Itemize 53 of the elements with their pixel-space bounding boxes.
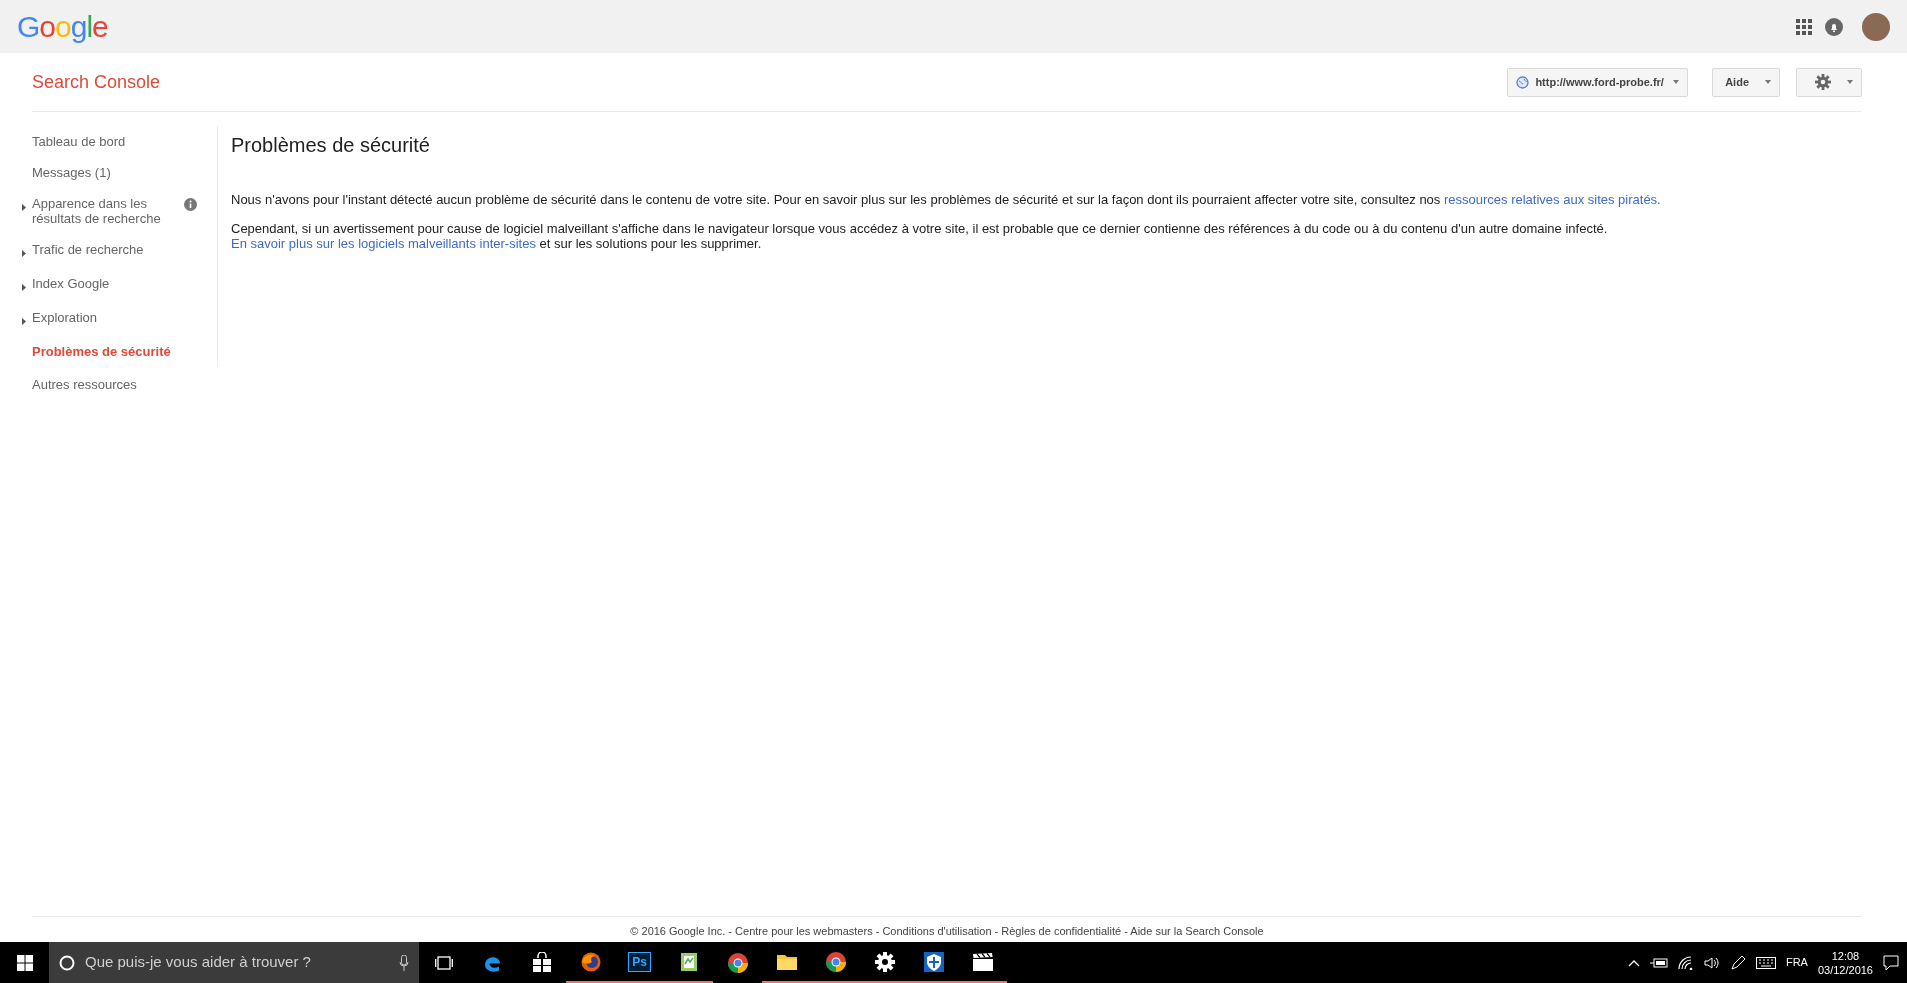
clock-date[interactable]: 03/12/2016 bbox=[1817, 962, 1873, 977]
page-heading: Problèmes de sécurité bbox=[231, 133, 431, 158]
text-link[interactable]: ressources relatives aux sites piratés. bbox=[1443, 192, 1661, 207]
sidebar-item[interactable]: Exploration bbox=[32, 310, 98, 325]
language-indicator[interactable]: FRA bbox=[1785, 954, 1808, 971]
text-link[interactable]: En savoir plus sur les logiciels malveillants inter-sites bbox=[231, 236, 536, 251]
info-icon[interactable] bbox=[184, 198, 197, 212]
product-title[interactable]: Search Console bbox=[32, 68, 161, 96]
taskbar-app-button[interactable]: Ps bbox=[615, 942, 664, 983]
chrome-icon[interactable] bbox=[726, 951, 749, 974]
shield-icon[interactable] bbox=[922, 950, 945, 973]
wifi-icon[interactable] bbox=[1677, 955, 1694, 970]
chrome-icon[interactable] bbox=[824, 950, 847, 973]
microphone-icon bbox=[399, 954, 409, 971]
expand-arrow-icon[interactable] bbox=[22, 284, 26, 292]
chevron-up-icon[interactable] bbox=[1627, 958, 1640, 967]
paragraph: Cependant, si un avertissement pour cause de logiciel malveillant s'affiche dans le navigateur lorsque vous accédez à votre site, il est probable que ce dernier contienne des références à du code ou à du contenu d'un autre domaine infecté. En savoir plus sur les logiciels malveillants inter-sites et sur les solutions pour les supprimer. bbox=[231, 221, 1609, 251]
keyboard-icon[interactable] bbox=[1755, 956, 1776, 969]
paragraph: Nous n'avons pour l'instant détecté aucun problème de sécurité dans le contenu de votre site. Pour en savoir plus sur les problèmes de sécurité et sur la façon dont ils pourraient affecter votre site, consultez nos ressources relatives aux sites piratés. bbox=[231, 192, 1662, 207]
sidebar-item[interactable]: Apparence dans les résultats de recherche bbox=[32, 196, 182, 226]
settings-button[interactable] bbox=[1796, 67, 1862, 97]
fox-globe-icon[interactable] bbox=[579, 950, 602, 973]
shopping-bag-icon[interactable] bbox=[530, 951, 553, 974]
expand-arrow-icon[interactable] bbox=[22, 318, 26, 326]
globe-icon bbox=[1516, 75, 1530, 89]
site-selector-button[interactable]: http://www.ford-probe.fr/ bbox=[1507, 67, 1689, 97]
taskbar-search-field[interactable]: Que puis-je vous aider à trouver ? bbox=[83, 950, 391, 975]
help-button[interactable]: Aide bbox=[1712, 67, 1780, 97]
speaker-icon[interactable] bbox=[1703, 955, 1720, 970]
sidebar-item[interactable]: Index Google bbox=[32, 276, 110, 291]
cortana-circle-icon bbox=[59, 954, 75, 971]
expand-arrow-icon[interactable] bbox=[22, 250, 26, 258]
google-logo[interactable]: Google bbox=[17, 4, 108, 49]
apps-grid-icon[interactable] bbox=[1796, 18, 1812, 35]
sidebar-item[interactable]: Trafic de recherche bbox=[32, 242, 144, 257]
sidebar-item[interactable]: Problèmes de sécurité bbox=[32, 344, 171, 359]
clock-time[interactable]: 12:08 bbox=[1817, 948, 1873, 963]
clapperboard-icon[interactable] bbox=[971, 950, 994, 973]
pen-icon[interactable] bbox=[1729, 954, 1746, 971]
sidebar-item[interactable]: Tableau de bord bbox=[32, 134, 126, 149]
settings-icon[interactable] bbox=[873, 950, 896, 973]
expand-arrow-icon[interactable] bbox=[22, 204, 26, 212]
task-view-icon[interactable] bbox=[434, 955, 453, 970]
footer-links[interactable]: © 2016 Google Inc. - Centre pour les webmasters - Conditions d'utilisation - Règles de confidentialité - Aide sur la Search Console bbox=[630, 924, 1264, 937]
avatar[interactable] bbox=[1862, 12, 1890, 41]
notification-center-icon[interactable] bbox=[1883, 954, 1899, 971]
windows-start-icon[interactable] bbox=[16, 954, 33, 971]
notifications-icon[interactable] bbox=[1825, 17, 1843, 36]
sidebar-item[interactable]: Autres ressources bbox=[32, 377, 137, 392]
taskbar-search-box[interactable]: Que puis-je vous aider à trouver ? bbox=[49, 942, 419, 983]
settings-icon bbox=[1815, 74, 1831, 90]
sidebar-item[interactable]: Messages (1) bbox=[32, 165, 111, 180]
battery-icon[interactable] bbox=[1649, 956, 1668, 969]
